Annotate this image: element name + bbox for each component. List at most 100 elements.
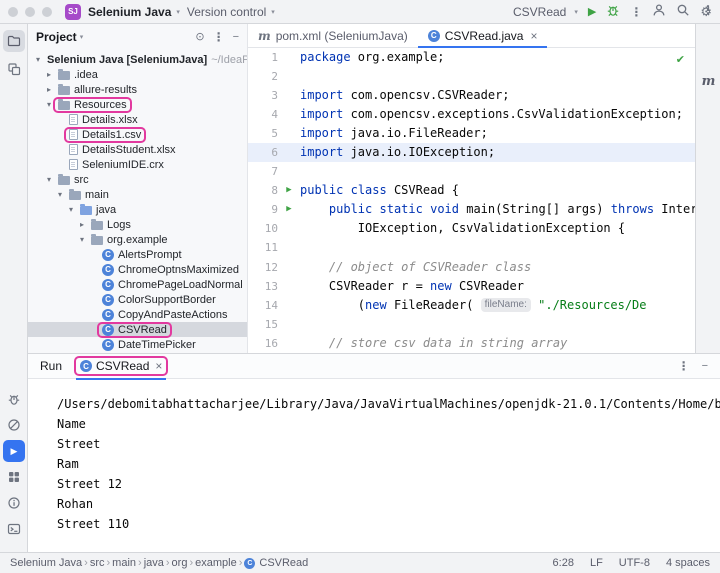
tree-item-colorsupportborder[interactable]: CColorSupportBorder (28, 292, 247, 307)
run-toolwindow-button[interactable]: ▶ (3, 440, 25, 462)
breadcrumb-item[interactable]: CCSVRead (244, 557, 308, 569)
tree-item-details1-csv[interactable]: Details1.csv (28, 127, 247, 142)
tree-item-resources[interactable]: ▾Resources (28, 97, 247, 112)
more-actions-button[interactable]: ⋮ (630, 5, 642, 19)
code-line-3[interactable]: 3import com.opencsv.CSVReader; (248, 86, 695, 105)
tree-item-content: CColorSupportBorder (99, 294, 219, 306)
run-gutter-icon[interactable]: ▶ (278, 181, 300, 200)
indent-style[interactable]: 4 spaces (666, 557, 710, 569)
code-line-11[interactable]: 11 (248, 238, 695, 257)
tree-item-datetimepicker[interactable]: CDateTimePicker (28, 337, 247, 352)
code-editor[interactable]: 1package org.example;23import com.opencs… (248, 48, 695, 353)
code-line-13[interactable]: 13 CSVReader r = new CSVReader (248, 277, 695, 296)
breadcrumb-item[interactable]: example (195, 557, 237, 569)
profiler-toolwindow-button[interactable] (3, 414, 25, 436)
tree-chevron-icon[interactable]: ▾ (76, 235, 88, 244)
console-output[interactable]: /Users/debomitabhattacharjee/Library/Jav… (28, 380, 720, 552)
console-line: Street 12 (57, 474, 720, 494)
code-line-2[interactable]: 2 (248, 67, 695, 86)
tree-item-main[interactable]: ▾main (28, 187, 247, 202)
project-panel-title[interactable]: Project (36, 30, 77, 44)
tree-item-content: allure-results (55, 84, 140, 96)
code-line-9[interactable]: 9▶ public static void main(String[] args… (248, 200, 695, 219)
maven-toolwindow-button[interactable]: m (696, 74, 720, 89)
breadcrumb-item[interactable]: java (144, 557, 164, 569)
tree-item-alertsprompt[interactable]: CAlertsPrompt (28, 247, 247, 262)
tree-item-content: Resources (55, 99, 130, 111)
hide-panel-icon[interactable]: − (702, 361, 708, 372)
code-line-5[interactable]: 5import java.io.FileReader; (248, 124, 695, 143)
run-button[interactable]: ▶ (588, 5, 596, 18)
terminal-toolwindow-button[interactable] (3, 518, 25, 540)
tree-item-allure-results[interactable]: ▸allure-results (28, 82, 247, 97)
tree-item-org-example[interactable]: ▾org.example (28, 232, 247, 247)
tree-chevron-icon[interactable]: ▾ (43, 100, 55, 109)
run-panel-title[interactable]: Run (40, 359, 62, 373)
run-tab-csvread[interactable]: C CSVRead × (76, 354, 166, 379)
tree-chevron-icon[interactable]: ▸ (43, 85, 55, 94)
tree-item-chromeoptnsmaximized[interactable]: CChromeOptnsMaximized (28, 262, 247, 277)
debug-toolwindow-button[interactable] (3, 388, 25, 410)
code-line-12[interactable]: 12 // object of CSVReader class (248, 258, 695, 277)
tree-chevron-icon[interactable]: ▾ (43, 175, 55, 184)
vcs-widget[interactable]: Version control (187, 5, 266, 19)
code-line-15[interactable]: 15 (248, 315, 695, 334)
run-gutter-icon[interactable]: ▶ (278, 200, 300, 219)
tree-chevron-icon[interactable]: ▸ (43, 70, 55, 79)
search-everywhere-button[interactable] (676, 3, 690, 20)
code-token: org.example; (351, 48, 445, 67)
more-options-icon[interactable]: ⋮ (213, 30, 225, 44)
line-separator[interactable]: LF (590, 557, 603, 569)
tree-item-details-xlsx[interactable]: Details.xlsx (28, 112, 247, 127)
tree-item-seleniumide-crx[interactable]: SeleniumIDE.crx (28, 157, 247, 172)
profile-button[interactable] (652, 3, 666, 20)
tree-item-copyandpasteactions[interactable]: CCopyAndPasteActions (28, 307, 247, 322)
structure-toolwindow-button[interactable] (3, 58, 25, 80)
more-options-icon[interactable]: ⋮ (678, 359, 690, 373)
tree-chevron-icon[interactable]: ▾ (32, 55, 44, 64)
window-minimize-button[interactable] (25, 7, 35, 17)
tree-chevron-icon[interactable]: ▾ (65, 205, 77, 214)
tree-chevron-icon[interactable]: ▸ (76, 220, 88, 229)
hide-panel-icon[interactable]: − (233, 32, 239, 43)
inspections-ok-icon[interactable]: ✔ (676, 53, 685, 66)
breadcrumb-item[interactable]: Selenium Java (10, 557, 82, 569)
tree-item-src[interactable]: ▾src (28, 172, 247, 187)
debug-button[interactable] (606, 3, 620, 20)
services-toolwindow-button[interactable] (3, 466, 25, 488)
run-configuration-selector[interactable]: CSVRead (513, 5, 566, 19)
code-line-16[interactable]: 16 // store csv data in string array (248, 334, 695, 353)
code-line-4[interactable]: 4import com.opencsv.exceptions.CsvValida… (248, 105, 695, 124)
tree-item-idea[interactable]: ▸.idea (28, 67, 247, 82)
code-line-6[interactable]: 6import java.io.IOException; (248, 143, 695, 162)
project-toolwindow-button[interactable] (3, 30, 25, 52)
close-icon[interactable]: × (530, 29, 537, 43)
editor-tab-pom-xml-seleniumjava[interactable]: mpom.xml (SeleniumJava) (248, 24, 418, 47)
code-line-1[interactable]: 1package org.example; (248, 48, 695, 67)
close-icon[interactable]: × (155, 359, 162, 373)
breadcrumb-item[interactable]: main (112, 557, 136, 569)
caret-position[interactable]: 6:28 (553, 557, 574, 569)
breadcrumb-item[interactable]: org (172, 557, 188, 569)
project-widget[interactable]: Selenium Java (88, 5, 171, 19)
tree-item-chromepageloadnormal[interactable]: CChromePageLoadNormal (28, 277, 247, 292)
tree-item-selenium-java-seleniumjava[interactable]: ▾Selenium Java [SeleniumJava] ~/IdeaProj… (28, 52, 247, 67)
tree-item-csvread[interactable]: CCSVRead (28, 322, 247, 337)
window-close-button[interactable] (8, 7, 18, 17)
window-zoom-button[interactable] (42, 7, 52, 17)
editor-tab-csvread-java[interactable]: CCSVRead.java× (418, 24, 548, 47)
code-line-8[interactable]: 8▶public class CSVRead { (248, 181, 695, 200)
breadcrumb-item[interactable]: src (90, 557, 105, 569)
tree-chevron-icon[interactable]: ▾ (54, 190, 66, 199)
code-token: package (300, 48, 351, 67)
code-line-14[interactable]: 14 (new FileReader( fileName: "./Resourc… (248, 296, 695, 315)
tree-item-java[interactable]: ▾java (28, 202, 247, 217)
tab-options-icon[interactable]: ⋮ (702, 3, 714, 17)
tree-item-logs[interactable]: ▸Logs (28, 217, 247, 232)
code-line-10[interactable]: 10 IOException, CsvValidationException { (248, 219, 695, 238)
problems-toolwindow-button[interactable] (3, 492, 25, 514)
locate-file-icon[interactable]: ⊙ (195, 32, 204, 43)
file-encoding[interactable]: UTF-8 (619, 557, 650, 569)
tree-item-detailsstudent-xlsx[interactable]: DetailsStudent.xlsx (28, 142, 247, 157)
code-line-7[interactable]: 7 (248, 162, 695, 181)
